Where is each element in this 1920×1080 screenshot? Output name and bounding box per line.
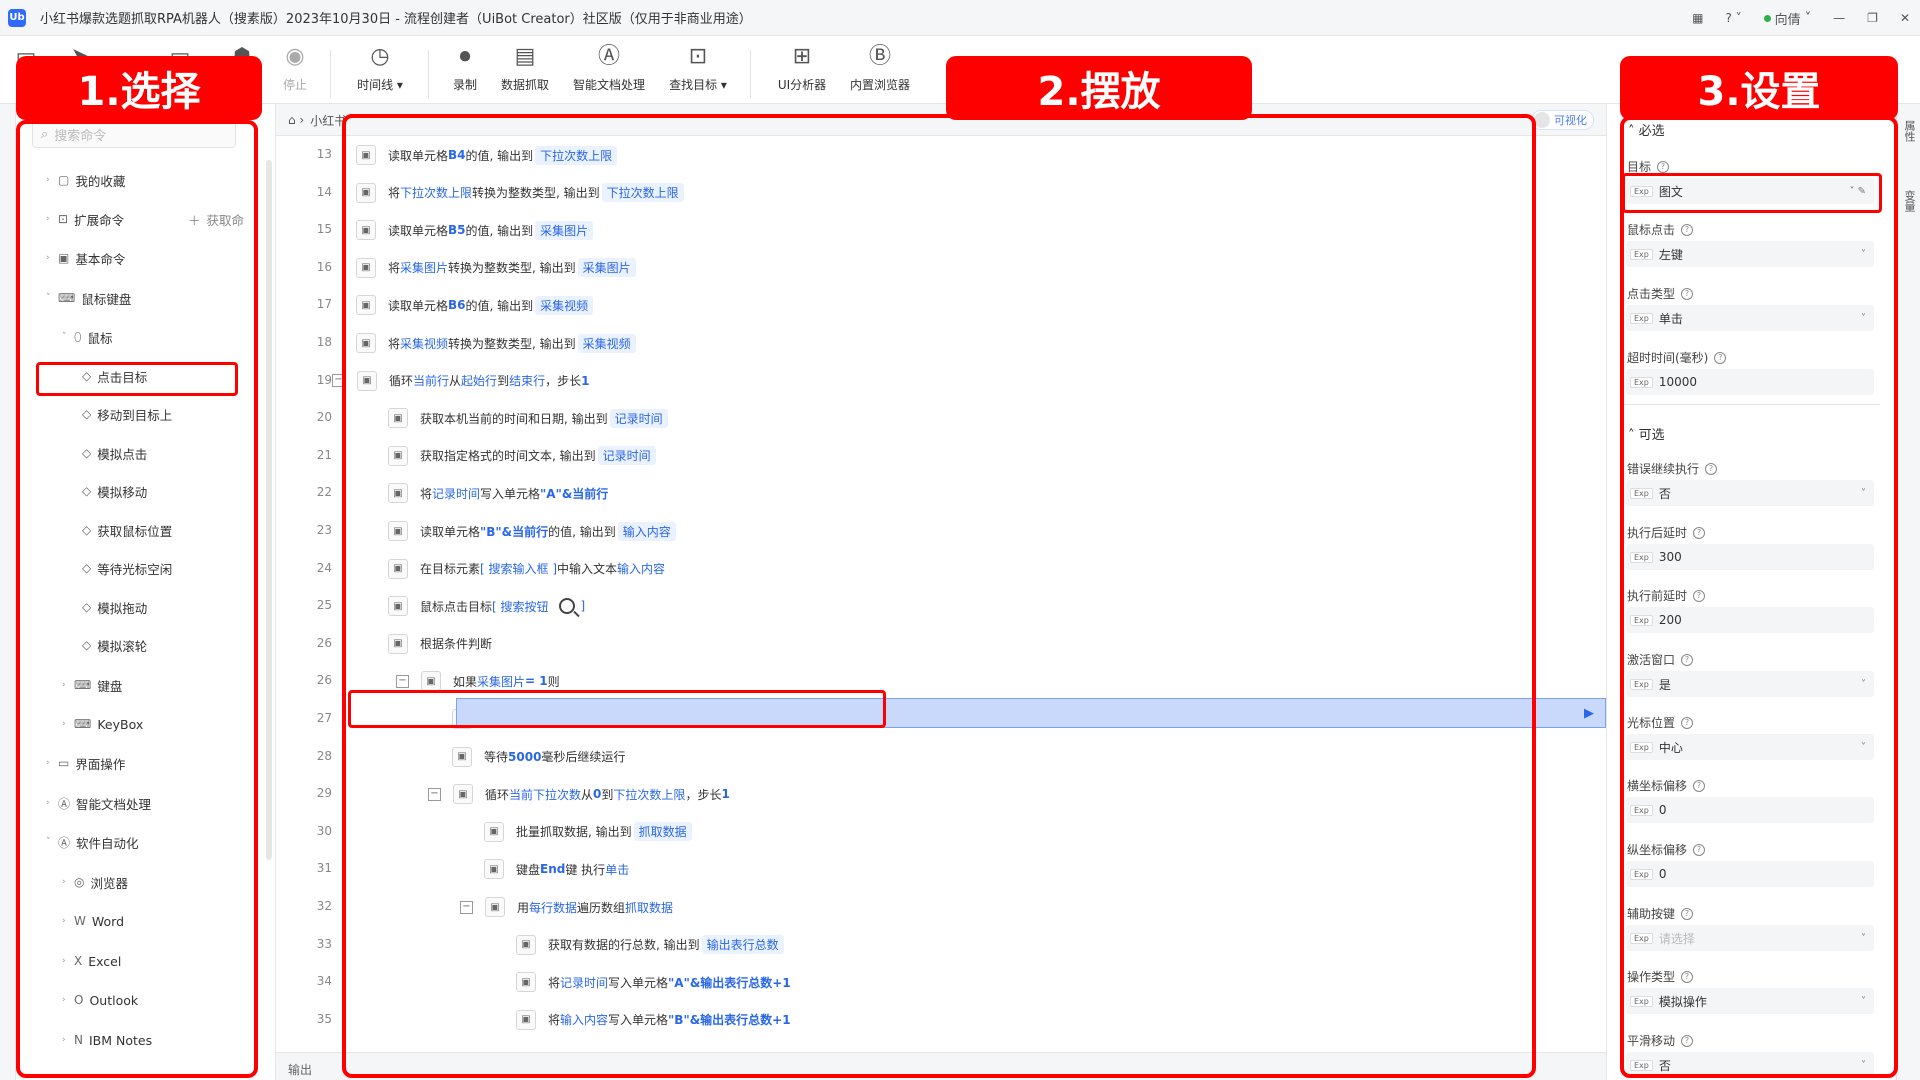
line-number: 22 <box>316 485 332 500</box>
callout-step1: 1.选择 <box>16 56 262 120</box>
close-icon[interactable]: ✕ <box>1900 11 1910 25</box>
callout-step3: 3.设置 <box>1620 56 1898 120</box>
clock-icon: ◷ <box>370 44 390 69</box>
right-rail: 属性 变量 <box>1896 104 1920 1080</box>
line-number: 29 <box>316 786 332 801</box>
line-number: 28 <box>316 748 332 763</box>
line-number: 26 <box>316 673 332 688</box>
line-number: 30 <box>316 823 332 838</box>
line-number: 16 <box>316 259 332 274</box>
find-target-icon: ⊡ <box>688 44 708 69</box>
place-region-highlight <box>342 114 1536 1078</box>
line-number: 23 <box>316 523 332 537</box>
settings-region-highlight <box>1620 116 1898 1078</box>
breadcrumb-icon: ⌂ › <box>288 113 305 127</box>
ai-doc-icon: Ⓐ <box>597 44 620 69</box>
left-rail <box>0 104 16 1080</box>
user-name: 向倩 <box>1774 12 1801 28</box>
data-scrape-button[interactable]: ▤ 数据抓取 <box>485 42 565 93</box>
line-number: 34 <box>316 974 332 989</box>
visualize-toggle[interactable]: 可视化 <box>1531 110 1594 130</box>
rail-tab-variables[interactable]: 变量 <box>1901 190 1917 212</box>
grid-icon[interactable]: ▦ <box>1692 11 1703 25</box>
find-target-button[interactable]: ⊡ 查找目标 ▾ <box>658 42 738 93</box>
rail-tab-properties[interactable]: 属性 <box>1901 120 1917 142</box>
line-number: 26 <box>316 635 332 650</box>
line-number: 35 <box>316 1011 332 1026</box>
line-number: 20 <box>316 410 332 425</box>
app-logo: Ub <box>8 8 26 27</box>
line-number: 27 <box>316 711 332 725</box>
ai-doc-button[interactable]: Ⓐ 智能文档处理 <box>569 42 649 93</box>
line-number: 18 <box>316 335 332 349</box>
line-number: 15 <box>316 222 332 237</box>
maximize-icon[interactable]: ❐ <box>1867 11 1878 25</box>
placed-step-highlight <box>348 690 886 728</box>
play-icon[interactable]: ▶ <box>1584 706 1594 721</box>
window-title: 小红书爆款选题抓取RPA机器人（搜素版）2023年10月30日 - 流程创建者（… <box>40 12 752 27</box>
help-icon[interactable]: ? ˅ <box>1725 11 1741 25</box>
line-number: 13 <box>316 147 332 161</box>
browser-button[interactable]: Ⓑ 内置浏览器 <box>840 42 920 93</box>
title-bar: Ub 小红书爆款选题抓取RPA机器人（搜素版）2023年10月30日 - 流程创… <box>0 0 1920 36</box>
ui-analyzer-icon: ⊞ <box>792 44 812 69</box>
ui-analyzer-button[interactable]: ⊞ UI分析器 <box>762 42 842 93</box>
stop-icon: ◉ <box>285 44 305 69</box>
target-field-highlight <box>1622 173 1882 213</box>
line-number: 14 <box>316 184 332 199</box>
user-menu[interactable]: 向倩 ˅ <box>1763 9 1811 28</box>
line-number: 17 <box>316 297 332 312</box>
data-scrape-icon: ▤ <box>514 44 536 69</box>
record-icon: ⏺ <box>459 44 471 69</box>
stop-button[interactable]: ◉ 停止 <box>255 42 335 93</box>
select-region-highlight <box>16 120 258 1078</box>
click-target-highlight <box>36 362 238 396</box>
line-number: 31 <box>316 861 332 876</box>
line-number: 25 <box>316 598 332 613</box>
online-status-dot <box>1763 14 1771 22</box>
timeline-button[interactable]: ◷ 时间线 ▾ <box>340 42 420 93</box>
line-number: 32 <box>316 899 332 913</box>
left-scrollbar[interactable] <box>266 160 272 860</box>
browser-icon: Ⓑ <box>868 44 891 69</box>
callout-step2: 2.摆放 <box>946 56 1252 120</box>
minimize-icon[interactable]: — <box>1833 11 1845 25</box>
line-number: 21 <box>316 447 332 462</box>
line-number: 24 <box>316 560 332 575</box>
line-number: 19 <box>316 372 332 387</box>
line-number: 33 <box>316 936 332 951</box>
